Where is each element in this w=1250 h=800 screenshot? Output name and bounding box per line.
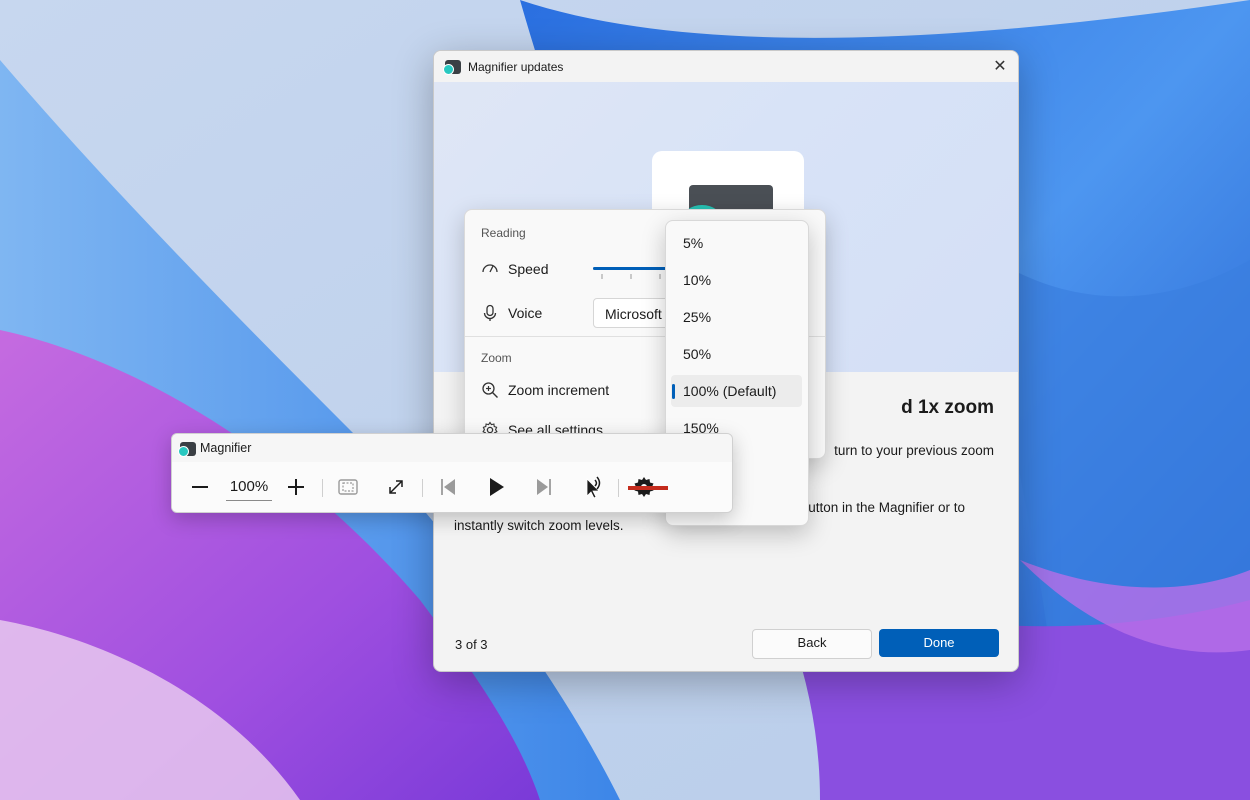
fit-to-screen-icon[interactable]	[333, 472, 363, 502]
zoom-out-icon[interactable]	[185, 472, 215, 502]
zoom-section-label: Zoom	[481, 351, 512, 365]
magnifier-toolbar-window: Magnifier 100%	[171, 433, 733, 513]
magnifier-app-icon	[178, 442, 196, 457]
magnifier-app-icon	[443, 60, 461, 75]
magnifier-title: Magnifier	[200, 441, 252, 455]
speed-gauge-icon	[482, 264, 498, 273]
speed-slider-fill	[593, 267, 667, 270]
zoom-option-25[interactable]: 25%	[671, 301, 802, 333]
settings-active-indicator	[628, 486, 668, 490]
page-counter: 3 of 3	[455, 637, 488, 652]
reading-section-label: Reading	[481, 226, 526, 240]
toolbar-separator	[618, 479, 619, 497]
play-icon[interactable]	[481, 472, 511, 502]
zoom-option-50[interactable]: 50%	[671, 338, 802, 370]
zoom-in-icon[interactable]	[281, 472, 311, 502]
dialog-titlebar: Magnifier updates ✕	[434, 51, 1018, 82]
magnifier-toolbar: 100%	[172, 462, 732, 512]
done-button[interactable]: Done	[879, 629, 999, 657]
expand-icon[interactable]	[381, 472, 411, 502]
previous-icon[interactable]	[433, 472, 463, 502]
microphone-icon	[483, 304, 497, 321]
voice-label: Voice	[508, 305, 543, 321]
toolbar-separator	[422, 479, 423, 497]
next-icon[interactable]	[529, 472, 559, 502]
read-from-here-icon[interactable]	[578, 472, 608, 502]
dialog-title: Magnifier updates	[468, 60, 564, 74]
zoom-in-magnifier-icon	[482, 382, 498, 398]
speed-label: Speed	[508, 261, 549, 277]
close-icon[interactable]: ✕	[988, 55, 1012, 79]
zoom-option-5[interactable]: 5%	[671, 227, 802, 259]
magnifier-titlebar[interactable]: Magnifier	[172, 434, 732, 462]
toolbar-separator	[322, 479, 323, 497]
zoom-level-value: 100%	[226, 474, 272, 501]
zoom-increment-label[interactable]: Zoom increment	[508, 382, 609, 398]
zoom-option-100-default[interactable]: 100% (Default)	[671, 375, 802, 407]
zoom-option-10[interactable]: 10%	[671, 264, 802, 296]
back-button[interactable]: Back	[752, 629, 872, 659]
